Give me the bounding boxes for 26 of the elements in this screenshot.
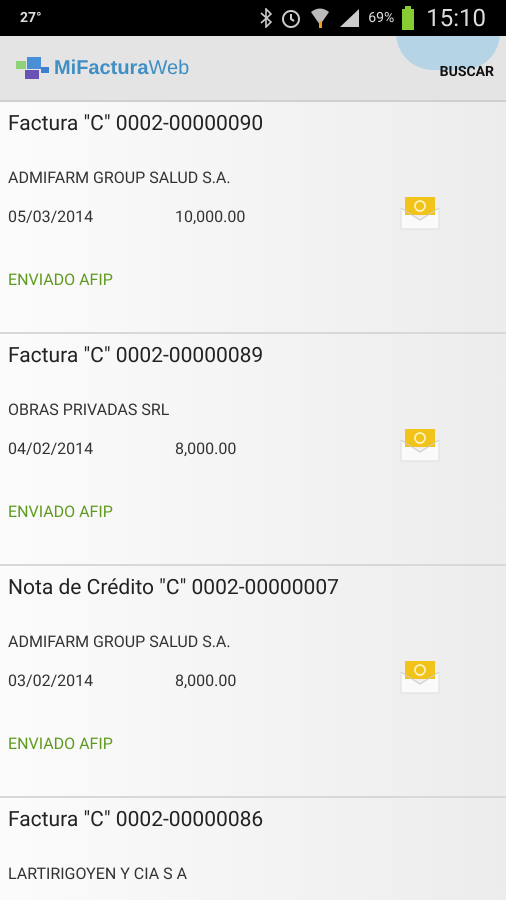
client-name: ADMIFARM GROUP SALUD S.A. [8, 631, 232, 653]
invoice-amount: 10,000.00 [175, 206, 246, 228]
client-name: OBRAS PRIVADAS SRL [8, 399, 170, 421]
invoice-title: Nota de Crédito "C" 0002-00000007 [8, 575, 340, 602]
search-button[interactable]: BUSCAR [440, 62, 494, 82]
invoice-title: Factura "C" 0002-00000090 [8, 111, 264, 138]
invoice-card[interactable]: Factura "C" 0002-00000086 LARTIRIGOYEN Y CIA S A [0, 798, 506, 900]
battery-percent: 69% [368, 8, 394, 28]
clock: 15:10 [426, 3, 486, 34]
invoice-date: 05/03/2014 [8, 206, 94, 228]
client-name: LARTIRIGOYEN Y CIA S A [8, 863, 188, 885]
invoice-title: Factura "C" 0002-00000089 [8, 343, 264, 370]
invoice-status: ENVIADO AFIP [8, 501, 114, 523]
invoice-date: 03/02/2014 [8, 670, 94, 692]
invoice-card[interactable]: Factura "C" 0002-00000089 OBRAS PRIVADAS SRL 04/02/2014 8,000.00 ENVIADO AFIP [0, 334, 506, 566]
invoice-title: Factura "C" 0002-00000086 [8, 807, 264, 834]
invoice-status: ENVIADO AFIP [8, 733, 114, 755]
invoice-status: ENVIADO AFIP [8, 269, 114, 291]
invoice-amount: 8,000.00 [175, 670, 236, 692]
client-name: ADMIFARM GROUP SALUD S.A. [8, 167, 232, 189]
invoice-card[interactable]: Nota de Crédito "C" 0002-00000007 ADMIFARM GROUP SALUD S.A. 03/02/2014 8,000.00 ENVIADO AFIP [0, 566, 506, 798]
invoice-amount: 8,000.00 [175, 438, 236, 460]
app-logo-text: MiFacturaWeb [54, 56, 190, 81]
invoice-card[interactable]: Factura "C" 0002-00000090 ADMIFARM GROUP SALUD S.A. 05/03/2014 10,000.00 ENVIADO AFIP [0, 102, 506, 334]
temperature: 27° [20, 8, 42, 28]
invoice-date: 04/02/2014 [8, 438, 94, 460]
